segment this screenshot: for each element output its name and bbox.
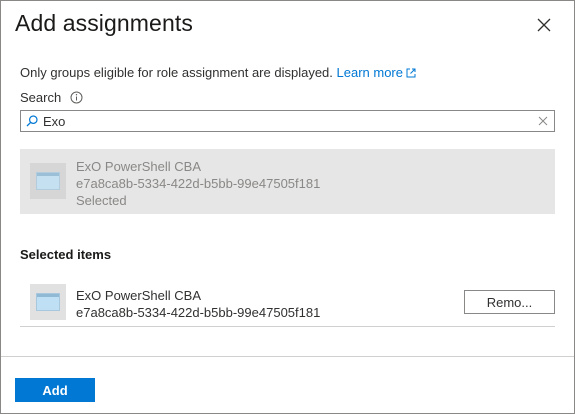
search-label: Search [20,90,83,105]
result-text: ExO PowerShell CBA e7a8ca8b-5334-422d-b5… [76,158,320,209]
add-assignments-panel: Add assignments Only groups eligible for… [0,0,575,414]
learn-more-link[interactable]: Learn more [337,65,416,80]
panel-title: Add assignments [15,10,193,36]
info-text: Only groups eligible for role assignment… [20,65,333,80]
result-name: ExO PowerShell CBA [76,159,201,174]
selected-item-name: ExO PowerShell CBA [76,288,201,303]
close-button[interactable] [532,13,556,37]
result-id: e7a8ca8b-5334-422d-b5bb-99e47505f181 [76,176,321,191]
search-box [20,110,555,132]
external-link-icon [406,68,416,78]
close-icon [537,18,551,32]
info-message: Only groups eligible for role assignment… [20,65,416,80]
selected-item-id: e7a8ca8b-5334-422d-b5bb-99e47505f181 [76,305,321,320]
group-icon [30,284,66,320]
selected-item-text: ExO PowerShell CBA e7a8ca8b-5334-422d-b5… [76,287,320,321]
search-label-text: Search [20,90,62,105]
clear-icon[interactable] [538,116,548,126]
group-icon [30,163,66,199]
selected-item: ExO PowerShell CBA e7a8ca8b-5334-422d-b5… [20,279,555,327]
result-status: Selected [76,193,127,208]
search-icon [26,115,38,127]
selected-items-heading: Selected items [20,247,112,262]
learn-more-label: Learn more [336,65,403,80]
remove-button[interactable]: Remo... [464,290,555,314]
search-result-item[interactable]: ExO PowerShell CBA e7a8ca8b-5334-422d-b5… [20,149,555,214]
info-icon[interactable] [70,91,83,104]
search-input[interactable] [43,111,523,131]
add-button[interactable]: Add [15,378,95,402]
footer-divider [1,356,574,357]
